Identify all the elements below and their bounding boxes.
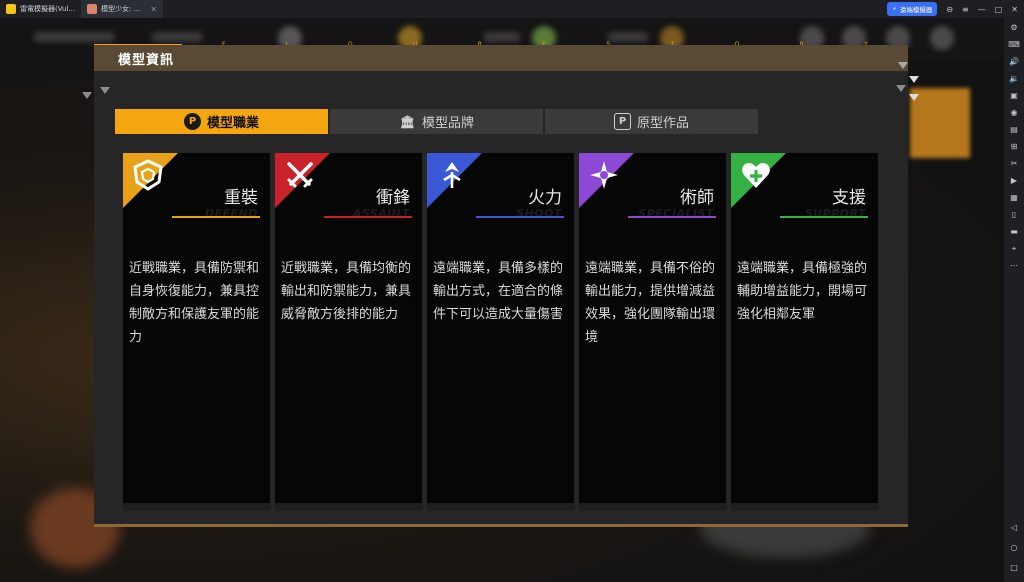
remote-emulator-button[interactable]: ⚡ 遠端模擬器 (887, 2, 938, 16)
building-icon: 🏛 (399, 114, 416, 129)
volume-down-icon[interactable]: 🔉 (1008, 73, 1020, 85)
phone-icon[interactable]: ▯ (1008, 209, 1020, 221)
tab-game[interactable]: 模型少女: ... ✕ (81, 0, 164, 18)
triangle-marker-icon (896, 85, 906, 92)
recents-icon[interactable]: □ (1008, 562, 1020, 574)
close-tab-icon[interactable]: ✕ (150, 5, 157, 14)
lightning-icon: ⚡ (892, 5, 897, 13)
dialog-tabs: P 模型職業 🏛 模型品牌 P 原型作品 (115, 109, 758, 134)
shield-emblem-icon (133, 159, 163, 191)
role-name: 火力 (528, 188, 562, 208)
role-en: SHOOT (516, 207, 562, 220)
sync-icon[interactable]: ⊞ (1008, 141, 1020, 153)
role-description: 遠端職業，具備不俗的輸出能力，提供增減益效果，強化團隊輸出環境 (585, 261, 716, 345)
role-description: 遠端職業，具備多樣的輸出方式，在適合的條件下可以造成大量傷害 (433, 261, 564, 322)
role-name: 衝鋒 (376, 188, 410, 208)
model-info-dialog: 模型資訊 P 模型職業 🏛 模型品牌 P 原型作品 重裝 DEFEND 近戰職業… (94, 45, 908, 527)
tab-model-brand[interactable]: 🏛 模型品牌 (330, 109, 543, 134)
keyboard-icon[interactable]: ⌨ (1008, 39, 1020, 51)
role-card-support[interactable]: 支援 SUPPORT 遠端職業，具備極強的輔助增益能力，開場可強化相鄰友軍 (731, 153, 878, 511)
maximize-icon[interactable]: □ (995, 5, 1003, 14)
emulator-logo-icon (6, 4, 16, 14)
tab-label: 原型作品 (636, 116, 689, 131)
role-card-specialist[interactable]: 術師 SPECIALIST 遠端職業，具備不俗的輸出能力，提供增減益效果，強化團… (579, 153, 726, 511)
tab-label: 模型職業 (206, 116, 259, 131)
folder-icon[interactable]: ▬ (1008, 226, 1020, 238)
settings-icon[interactable]: ⚙ (1008, 22, 1020, 34)
scissors-icon[interactable]: ✂ (1008, 158, 1020, 170)
dialog-title: 模型資訊 (118, 52, 175, 68)
role-en: SPECIALIST (638, 207, 714, 220)
tab-prototype-work[interactable]: P 原型作品 (545, 109, 758, 134)
tab-label: 模型品牌 (421, 116, 474, 131)
apk-icon[interactable]: ◉ (1008, 107, 1020, 119)
tab-model-class[interactable]: P 模型職業 (115, 109, 328, 134)
role-underline (476, 216, 564, 218)
role-name: 支援 (832, 188, 866, 208)
tab-launcher[interactable]: 雷電模擬器(Vul... (0, 0, 81, 18)
heart-plus-icon (742, 163, 770, 188)
role-description: 遠端職業，具備極強的輔助增益能力，開場可強化相鄰友軍 (737, 261, 868, 322)
role-name: 重裝 (224, 188, 258, 208)
close-window-icon[interactable]: ✕ (1011, 5, 1018, 14)
role-underline (172, 216, 260, 218)
role-name: 術師 (680, 188, 714, 208)
role-underline (780, 216, 868, 218)
role-underline (628, 216, 716, 218)
role-en: DEFEND (204, 207, 258, 220)
p-badge-icon: P (183, 113, 201, 130)
role-card-shoot[interactable]: 火力 SHOOT 遠端職業，具備多樣的輸出方式，在適合的條件下可以造成大量傷害 (427, 153, 574, 511)
blurred-side-panel (910, 88, 970, 158)
role-card-defend[interactable]: 重裝 DEFEND 近戰職業，具備防禦和自身恢復能力，兼具控制敵方和保護友軍的能… (123, 153, 270, 511)
p-square-icon: P (613, 113, 631, 130)
tab-title: 雷電模擬器(Vul... (20, 5, 76, 13)
minimize-icon[interactable]: — (978, 5, 986, 14)
window-titlebar: 雷電模擬器(Vul... 模型少女: ... ✕ ⚡ 遠端模擬器 ⊖ ≡ — □… (0, 0, 1024, 18)
home-icon[interactable]: ○ (1008, 542, 1020, 554)
sparkle-star-icon (590, 161, 618, 189)
role-description: 近戰職業，具備均衡的輸出和防禦能力，兼具威脅敵方後排的能力 (281, 261, 412, 322)
video-icon[interactable]: ▶ (1008, 175, 1020, 187)
target-arrow-icon (443, 162, 461, 188)
volume-up-icon[interactable]: 🔊 (1008, 56, 1020, 68)
role-underline (324, 216, 412, 218)
triangle-marker-icon (909, 94, 919, 101)
back-icon[interactable]: ◁ (1008, 522, 1020, 534)
triangle-marker-icon (909, 76, 919, 83)
role-cards: 重裝 DEFEND 近戰職業，具備防禦和自身恢復能力，兼具控制敵方和保護友軍的能… (123, 153, 878, 511)
menu-icon[interactable]: ≡ (962, 5, 969, 14)
role-en: ASSAULT (352, 207, 410, 220)
location-icon[interactable]: ⌖ (1008, 243, 1020, 255)
role-en: SUPPORT (804, 207, 866, 220)
triangle-marker-icon (82, 92, 92, 99)
triangle-marker-icon (898, 62, 908, 69)
dialog-header: 模型資訊 (94, 45, 908, 71)
emulator-sidebar: ⚙ ⌨ 🔊 🔉 ▣ ◉ ▤ ⊞ ✂ ▶ ▦ ▯ ▬ ⌖ ⋯ ◁ ○ □ (1004, 18, 1024, 582)
operation-icon[interactable]: ▦ (1008, 192, 1020, 204)
record-icon[interactable]: ▤ (1008, 124, 1020, 136)
triangle-marker-icon (100, 87, 110, 94)
account-icon[interactable]: ⊖ (946, 5, 953, 14)
more-icon[interactable]: ⋯ (1008, 260, 1020, 272)
dialog-bottom-border (94, 524, 908, 527)
game-logo-icon (87, 4, 98, 14)
crossed-swords-icon (287, 162, 313, 188)
role-card-assault[interactable]: 衝鋒 ASSAULT 近戰職業，具備均衡的輸出和防禦能力，兼具威脅敵方後排的能力 (275, 153, 422, 511)
screenshot-icon[interactable]: ▣ (1008, 90, 1020, 102)
tab-title: 模型少女: ... (101, 5, 141, 13)
role-description: 近戰職業，具備防禦和自身恢復能力，兼具控制敵方和保護友軍的能力 (129, 261, 260, 345)
